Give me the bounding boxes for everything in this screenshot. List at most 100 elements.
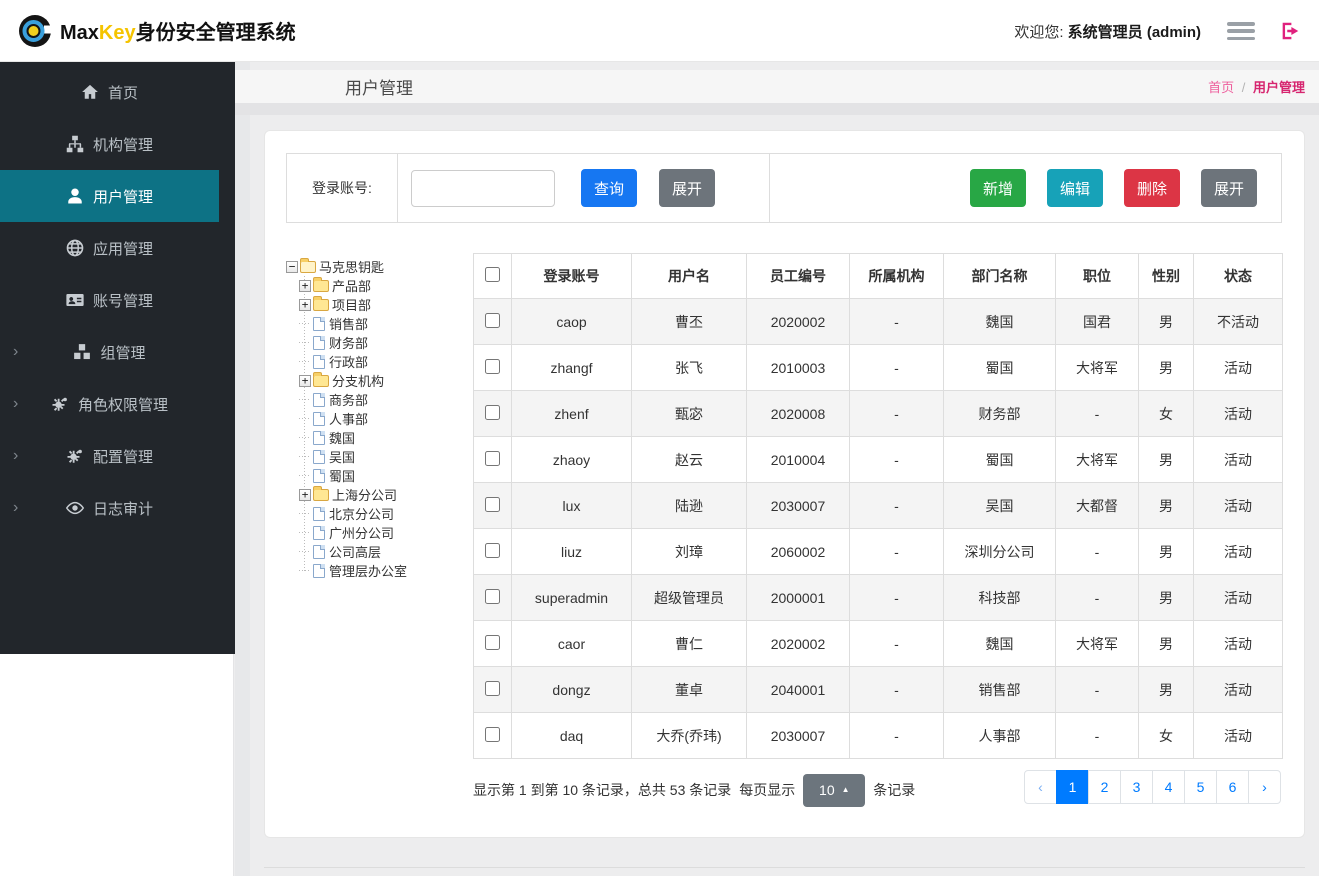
sidebar-item-cubes[interactable]: › 组管理 <box>0 326 219 378</box>
page-button-2[interactable]: 2 <box>1088 770 1121 804</box>
menu-toggle-icon[interactable] <box>1227 22 1255 40</box>
cell-login-account: lux <box>511 482 632 529</box>
cell-status: 活动 <box>1193 666 1283 713</box>
table-row[interactable]: zhenf 甄宓 2020008- 财务部 - 女活动 <box>473 390 1283 437</box>
column-header[interactable]: 登录账号 <box>511 253 632 299</box>
table-row[interactable]: lux 陆逊 2030007- 吴国 大都督男活动 <box>473 482 1283 529</box>
prev-page-button[interactable]: ‹ <box>1024 770 1057 804</box>
column-header[interactable]: 状态 <box>1193 253 1283 299</box>
tree-node[interactable]: 广州分公司 <box>299 523 470 542</box>
cell-job-title: - <box>1055 574 1139 621</box>
column-header[interactable]: 部门名称 <box>943 253 1056 299</box>
column-header[interactable]: 所属机构 <box>849 253 944 299</box>
column-header[interactable]: 员工编号 <box>746 253 850 299</box>
tree-node[interactable]: 销售部 <box>299 314 470 333</box>
app-logo[interactable]: MaxKey身份安全管理系统 <box>18 10 296 52</box>
cell-department: 蜀国 <box>943 436 1056 483</box>
tree-node[interactable]: 管理层办公室 <box>299 561 470 580</box>
tree-node[interactable]: 商务部 <box>299 390 470 409</box>
page-button-3[interactable]: 3 <box>1120 770 1153 804</box>
column-header[interactable]: 性别 <box>1138 253 1194 299</box>
edit-button[interactable]: 编辑 <box>1046 169 1103 207</box>
file-icon <box>313 335 325 350</box>
tree-node[interactable]: 行政部 <box>299 352 470 371</box>
page-button-4[interactable]: 4 <box>1152 770 1185 804</box>
row-checkbox[interactable] <box>485 726 500 742</box>
cell-username: 赵云 <box>631 436 747 483</box>
column-header[interactable]: 职位 <box>1055 253 1139 299</box>
tree-node[interactable]: 财务部 <box>299 333 470 352</box>
delete-button[interactable]: 删除 <box>1123 169 1180 207</box>
query-button[interactable]: 查询 <box>581 169 638 207</box>
add-button[interactable]: 新增 <box>969 169 1026 207</box>
gears-icon <box>66 447 84 465</box>
tree-node[interactable]: 蜀国 <box>299 466 470 485</box>
org-tree: − 马克思钥匙 + 产品部 + 项目部销售部 财务部 行政部 + 分支机构 商务部 人事部 魏国 吴国 蜀国… <box>286 257 470 580</box>
sidebar-item-sitemap[interactable]: 机构管理 <box>0 118 219 170</box>
expand-icon[interactable]: + <box>299 298 311 311</box>
select-all-checkbox[interactable] <box>485 267 500 282</box>
cell-organization: - <box>849 344 944 391</box>
sidebar-item-id-card[interactable]: 账号管理 <box>0 274 219 326</box>
collapse-icon[interactable]: − <box>286 260 298 273</box>
tree-node[interactable]: + 项目部 <box>299 295 470 314</box>
sidebar-item-gears[interactable]: › 配置管理 <box>0 430 219 482</box>
row-checkbox[interactable] <box>485 404 500 420</box>
per-page-suffix: 条记录 <box>873 782 916 798</box>
row-checkbox[interactable] <box>485 634 500 650</box>
tree-node[interactable]: 吴国 <box>299 447 470 466</box>
expand-icon[interactable]: + <box>299 374 311 387</box>
sidebar-item-gears[interactable]: › 角色权限管理 <box>0 378 219 430</box>
logout-icon[interactable] <box>1279 20 1301 42</box>
tree-root-node[interactable]: − 马克思钥匙 <box>286 257 470 276</box>
column-header[interactable]: 用户名 <box>631 253 747 299</box>
table-row[interactable]: zhaoy 赵云 2010004- 蜀国 大将军男活动 <box>473 436 1283 483</box>
table-row[interactable]: dongz 董卓 2040001- 销售部 - 男活动 <box>473 666 1283 713</box>
row-checkbox[interactable] <box>485 496 500 512</box>
tree-node[interactable]: 北京分公司 <box>299 504 470 523</box>
tree-node[interactable]: + 上海分公司 <box>299 485 470 504</box>
chevron-right-icon: › <box>13 343 19 360</box>
sidebar-item-home[interactable]: 首页 <box>0 66 219 118</box>
tree-node[interactable]: 公司高层 <box>299 542 470 561</box>
expand-search-button[interactable]: 展开 <box>659 169 716 207</box>
expand-table-button[interactable]: 展开 <box>1200 169 1257 207</box>
content-card: 登录账号: 查询 展开 新增 编辑 删除 展开 − 马克思钥匙 + 产品部 + 项目部 销售… <box>264 130 1305 838</box>
table-row[interactable]: superadmin 超级管理员 2000001- 科技部 - 男活动 <box>473 574 1283 621</box>
row-checkbox[interactable] <box>485 450 500 466</box>
tree-node[interactable]: + 产品部 <box>299 276 470 295</box>
row-checkbox[interactable] <box>485 312 500 328</box>
sidebar-item-eye[interactable]: › 日志审计 <box>0 482 219 534</box>
tree-node[interactable]: 魏国 <box>299 428 470 447</box>
breadcrumb-home-link[interactable]: 首页 <box>1208 80 1234 95</box>
page-size-dropdown[interactable]: 10 ▲ <box>803 773 866 807</box>
login-account-input[interactable] <box>411 169 555 207</box>
tree-node[interactable]: + 分支机构 <box>299 371 470 390</box>
table-row[interactable]: caop 曹丕 2020002- 魏国 国君男不活动 <box>473 298 1283 345</box>
row-checkbox[interactable] <box>485 358 500 374</box>
pagination-info: 显示第 1 到第 10 条记录，总共 53 条记录 每页显示 10 ▲ 条记录 <box>473 773 915 807</box>
page-button-1[interactable]: 1 <box>1056 770 1089 804</box>
sidebar-item-label: 首页 <box>107 84 138 102</box>
tree-node[interactable]: 人事部 <box>299 409 470 428</box>
table-row[interactable]: zhangf 张飞 2010003- 蜀国 大将军男活动 <box>473 344 1283 391</box>
table-row[interactable]: liuz 刘璋 2060002- 深圳分公司 - 男活动 <box>473 528 1283 575</box>
cell-employee-no: 2010004 <box>746 436 850 483</box>
sidebar-item-user[interactable]: 用户管理 <box>0 170 219 222</box>
row-checkbox[interactable] <box>485 588 500 604</box>
tree-node-label: 销售部 <box>329 317 369 332</box>
table-row[interactable]: daq 大乔(乔玮) 2030007- 人事部 - 女活动 <box>473 712 1283 759</box>
eye-icon <box>65 499 85 517</box>
row-checkbox[interactable] <box>485 680 500 696</box>
table-row[interactable]: caor 曹仁 2020002- 魏国 大将军男活动 <box>473 620 1283 667</box>
table-header-row: 登录账号 用户名 员工编号 所属机构 部门名称 职位 性别 状态 <box>473 253 1283 299</box>
page-button-5[interactable]: 5 <box>1184 770 1217 804</box>
page-button-6[interactable]: 6 <box>1216 770 1249 804</box>
sidebar-item-globe[interactable]: 应用管理 <box>0 222 219 274</box>
expand-icon[interactable]: + <box>299 279 311 292</box>
per-page-label: 每页显示 <box>739 782 796 798</box>
expand-icon[interactable]: + <box>299 488 311 501</box>
file-icon <box>313 525 325 540</box>
next-page-button[interactable]: › <box>1248 770 1281 804</box>
row-checkbox[interactable] <box>485 542 500 558</box>
